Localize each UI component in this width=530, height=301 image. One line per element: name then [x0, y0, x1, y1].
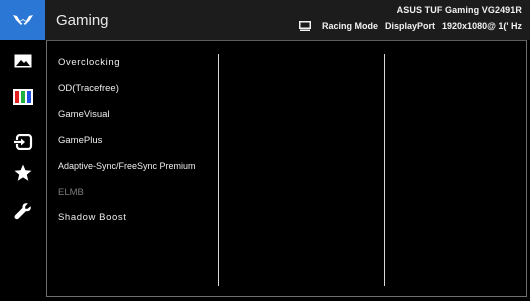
column-divider	[384, 54, 385, 286]
menu-item-overclocking[interactable]: Overclocking	[58, 57, 120, 68]
color-bars-icon	[12, 89, 33, 105]
column-divider	[218, 54, 219, 286]
menu-item-adaptive-sync[interactable]: Adaptive-Sync/FreeSync Premium	[58, 161, 196, 171]
sidebar-item-image[interactable]	[0, 48, 45, 74]
sidebar-item-input[interactable]	[0, 129, 45, 155]
status-bar: Racing Mode DisplayPort 1920x1080@ 1(' H…	[299, 21, 522, 31]
menu-item-gameplus[interactable]: GamePlus	[58, 135, 102, 146]
sidebar-item-system[interactable]	[0, 198, 45, 224]
menu-item-elmb: ELMB	[58, 187, 84, 198]
menu-item-od-tracefree[interactable]: OD(Tracefree)	[58, 83, 119, 94]
sidebar-item-color[interactable]	[0, 84, 45, 110]
model-name: ASUS TUF Gaming VG2491R	[396, 5, 522, 15]
resolution-status: 1920x1080@ 1(' Hz	[442, 21, 522, 31]
wrench-icon	[14, 202, 32, 220]
image-icon	[14, 54, 32, 68]
sidebar-item-gaming[interactable]	[0, 0, 45, 40]
page-title: Gaming	[56, 12, 109, 29]
input-select-icon	[13, 134, 33, 150]
input-source-status: DisplayPort	[385, 21, 436, 31]
menu-frame: Overclocking OD(Tracefree) GameVisual Ga…	[46, 40, 527, 297]
menu-item-gamevisual[interactable]: GameVisual	[58, 109, 110, 120]
monitor-osd: Gaming ASUS TUF Gaming VG2491R Racing Mo…	[0, 0, 530, 301]
star-icon	[14, 164, 32, 182]
sidebar-item-favorite[interactable]	[0, 160, 45, 186]
sidebar	[0, 0, 45, 301]
main-panel: Gaming ASUS TUF Gaming VG2491R Racing Mo…	[45, 0, 530, 301]
color-mode-status: Racing Mode	[322, 21, 379, 31]
tuf-logo-icon	[12, 13, 34, 27]
header: Gaming ASUS TUF Gaming VG2491R Racing Mo…	[45, 0, 530, 40]
menu-item-shadow-boost[interactable]: Shadow Boost	[58, 212, 126, 223]
monitor-icon	[299, 21, 311, 31]
